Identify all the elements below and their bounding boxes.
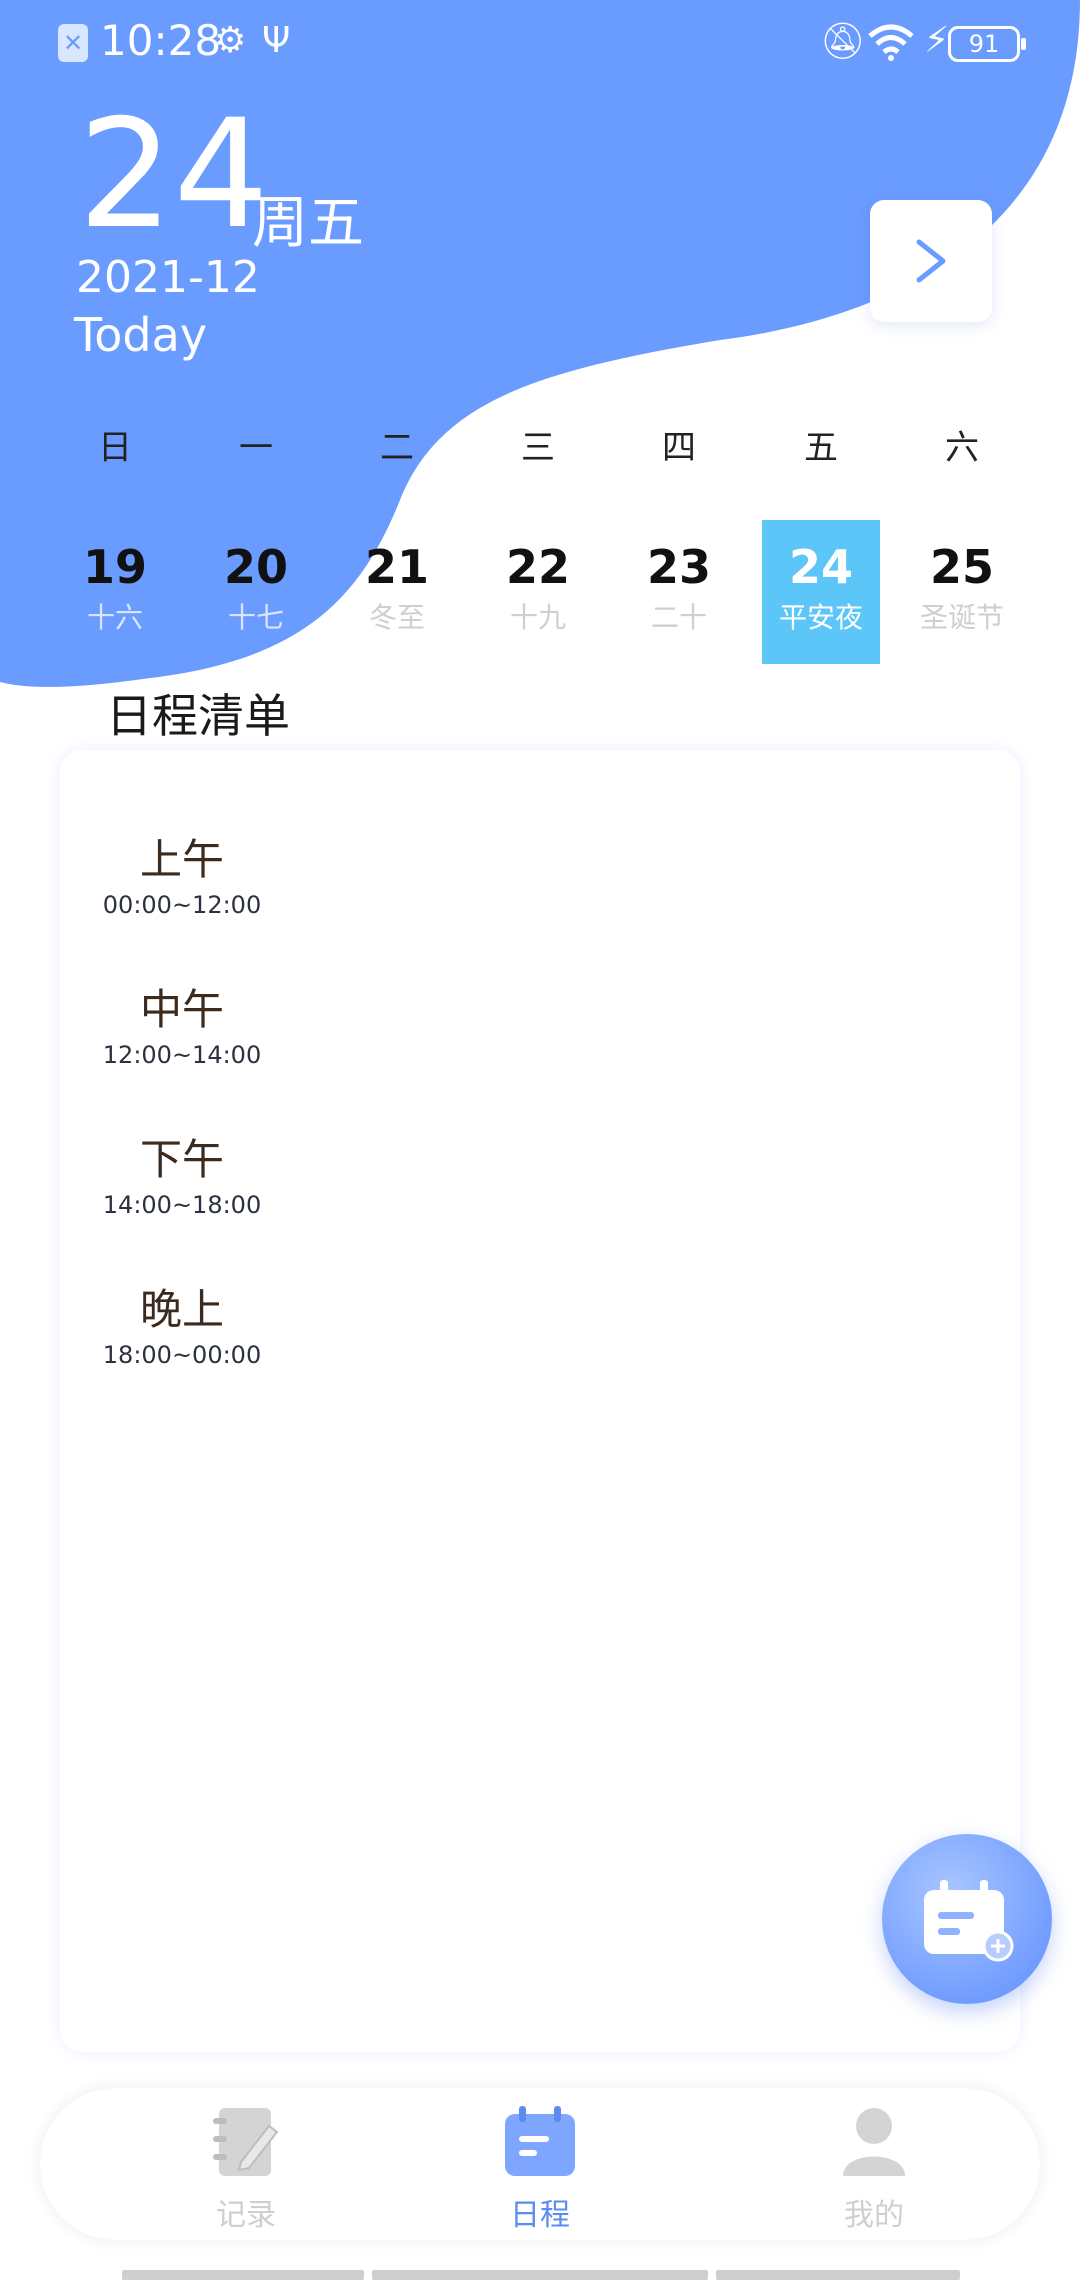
weekday-label: 五: [804, 428, 838, 468]
today-label: Today: [74, 308, 208, 362]
slot-name: 下午: [139, 1135, 224, 1184]
usb-debug-icon: ⚙: [214, 20, 247, 61]
gesture-bar-center: [372, 2270, 708, 2280]
time-slot-afternoon[interactable]: 下午 14:00~18:00: [102, 1126, 262, 1219]
slot-range: 18:00~00:00: [102, 1341, 262, 1369]
person-icon: [843, 2108, 905, 2176]
slot-range: 00:00~12:00: [102, 891, 262, 919]
day-cell[interactable]: 19 十六: [56, 520, 174, 664]
nav-label: 记录: [216, 2198, 276, 2233]
slot-range: 12:00~14:00: [102, 1041, 262, 1069]
day-cell[interactable]: 21 冬至: [338, 520, 456, 664]
day-cell[interactable]: 23 二十: [620, 520, 738, 664]
notebook-icon: [213, 2108, 279, 2176]
day-lunar: 二十: [650, 601, 707, 634]
schedule-title: 日程清单: [106, 689, 290, 743]
weekday-label: 三: [521, 428, 555, 468]
weekday-label: 四: [662, 428, 696, 468]
gesture-bar-left: [122, 2270, 364, 2280]
current-year-month: 2021-12: [76, 252, 260, 303]
add-schedule-button[interactable]: [882, 1834, 1052, 2004]
bottom-navigation: 记录 日程 我的: [40, 2088, 1040, 2240]
weekday-label: 六: [945, 428, 979, 468]
day-number: 22: [505, 540, 570, 594]
slot-name: 晚上: [139, 1285, 224, 1334]
slot-name: 中午: [139, 985, 224, 1034]
time-slot-evening[interactable]: 晚上 18:00~00:00: [102, 1276, 262, 1369]
weekday-label: 一: [239, 428, 273, 468]
day-number: 21: [364, 540, 429, 594]
nav-item-profile[interactable]: 我的: [774, 2104, 974, 2234]
weekday-label: 日: [98, 428, 132, 468]
status-time: 10:28: [100, 16, 222, 65]
day-cell[interactable]: 20 十七: [197, 520, 315, 664]
nav-item-schedule[interactable]: 日程: [440, 2104, 640, 2234]
day-lunar: 十六: [86, 601, 143, 634]
nav-label: 我的: [844, 2198, 904, 2233]
time-slot-morning[interactable]: 上午 00:00~12:00: [102, 826, 262, 919]
slot-range: 14:00~18:00: [102, 1191, 262, 1219]
day-number: 20: [223, 540, 288, 594]
day-cell[interactable]: 25 圣诞节: [903, 520, 1021, 664]
calendar-add-icon: [924, 1880, 1014, 1962]
day-lunar: 十九: [509, 601, 566, 634]
current-weekday: 周五: [252, 191, 364, 256]
day-number: 24: [788, 540, 853, 594]
nav-label: 日程: [510, 2198, 570, 2233]
weekday-label: 二: [380, 428, 414, 468]
calendar-icon: [505, 2106, 575, 2176]
day-number: 23: [646, 540, 711, 594]
status-bar: ✕ 10:28 ⚙ Ψ 🔕︎ ⚡︎ 91: [0, 0, 1080, 84]
day-cell-selected[interactable]: 24 平安夜: [762, 520, 880, 664]
day-lunar: 十七: [227, 601, 284, 634]
bell-muted-icon: 🔕︎: [820, 21, 866, 62]
schedule-card: 上午 00:00~12:00 中午 12:00~14:00 下午 14:00~1…: [60, 750, 1020, 2052]
day-number: 25: [929, 540, 994, 594]
current-day-number: 24: [78, 88, 269, 262]
time-slot-noon[interactable]: 中午 12:00~14:00: [102, 976, 262, 1069]
day-cell[interactable]: 22 十九: [479, 520, 597, 664]
day-lunar: 圣诞节: [919, 601, 1004, 634]
usb-icon: Ψ: [262, 20, 291, 61]
wifi-icon: [868, 24, 914, 61]
sim-disabled-icon: ✕: [58, 24, 88, 62]
charging-icon: ⚡︎: [924, 20, 950, 61]
battery-indicator: 91: [948, 26, 1026, 62]
gesture-bar-right: [716, 2270, 960, 2280]
day-number: 19: [82, 540, 147, 594]
slot-name: 上午: [139, 835, 224, 884]
day-lunar: 冬至: [368, 601, 425, 634]
day-lunar: 平安夜: [778, 601, 863, 634]
next-button[interactable]: [870, 200, 992, 322]
nav-item-records[interactable]: 记录: [146, 2104, 346, 2234]
chevron-right-icon: [916, 239, 946, 283]
